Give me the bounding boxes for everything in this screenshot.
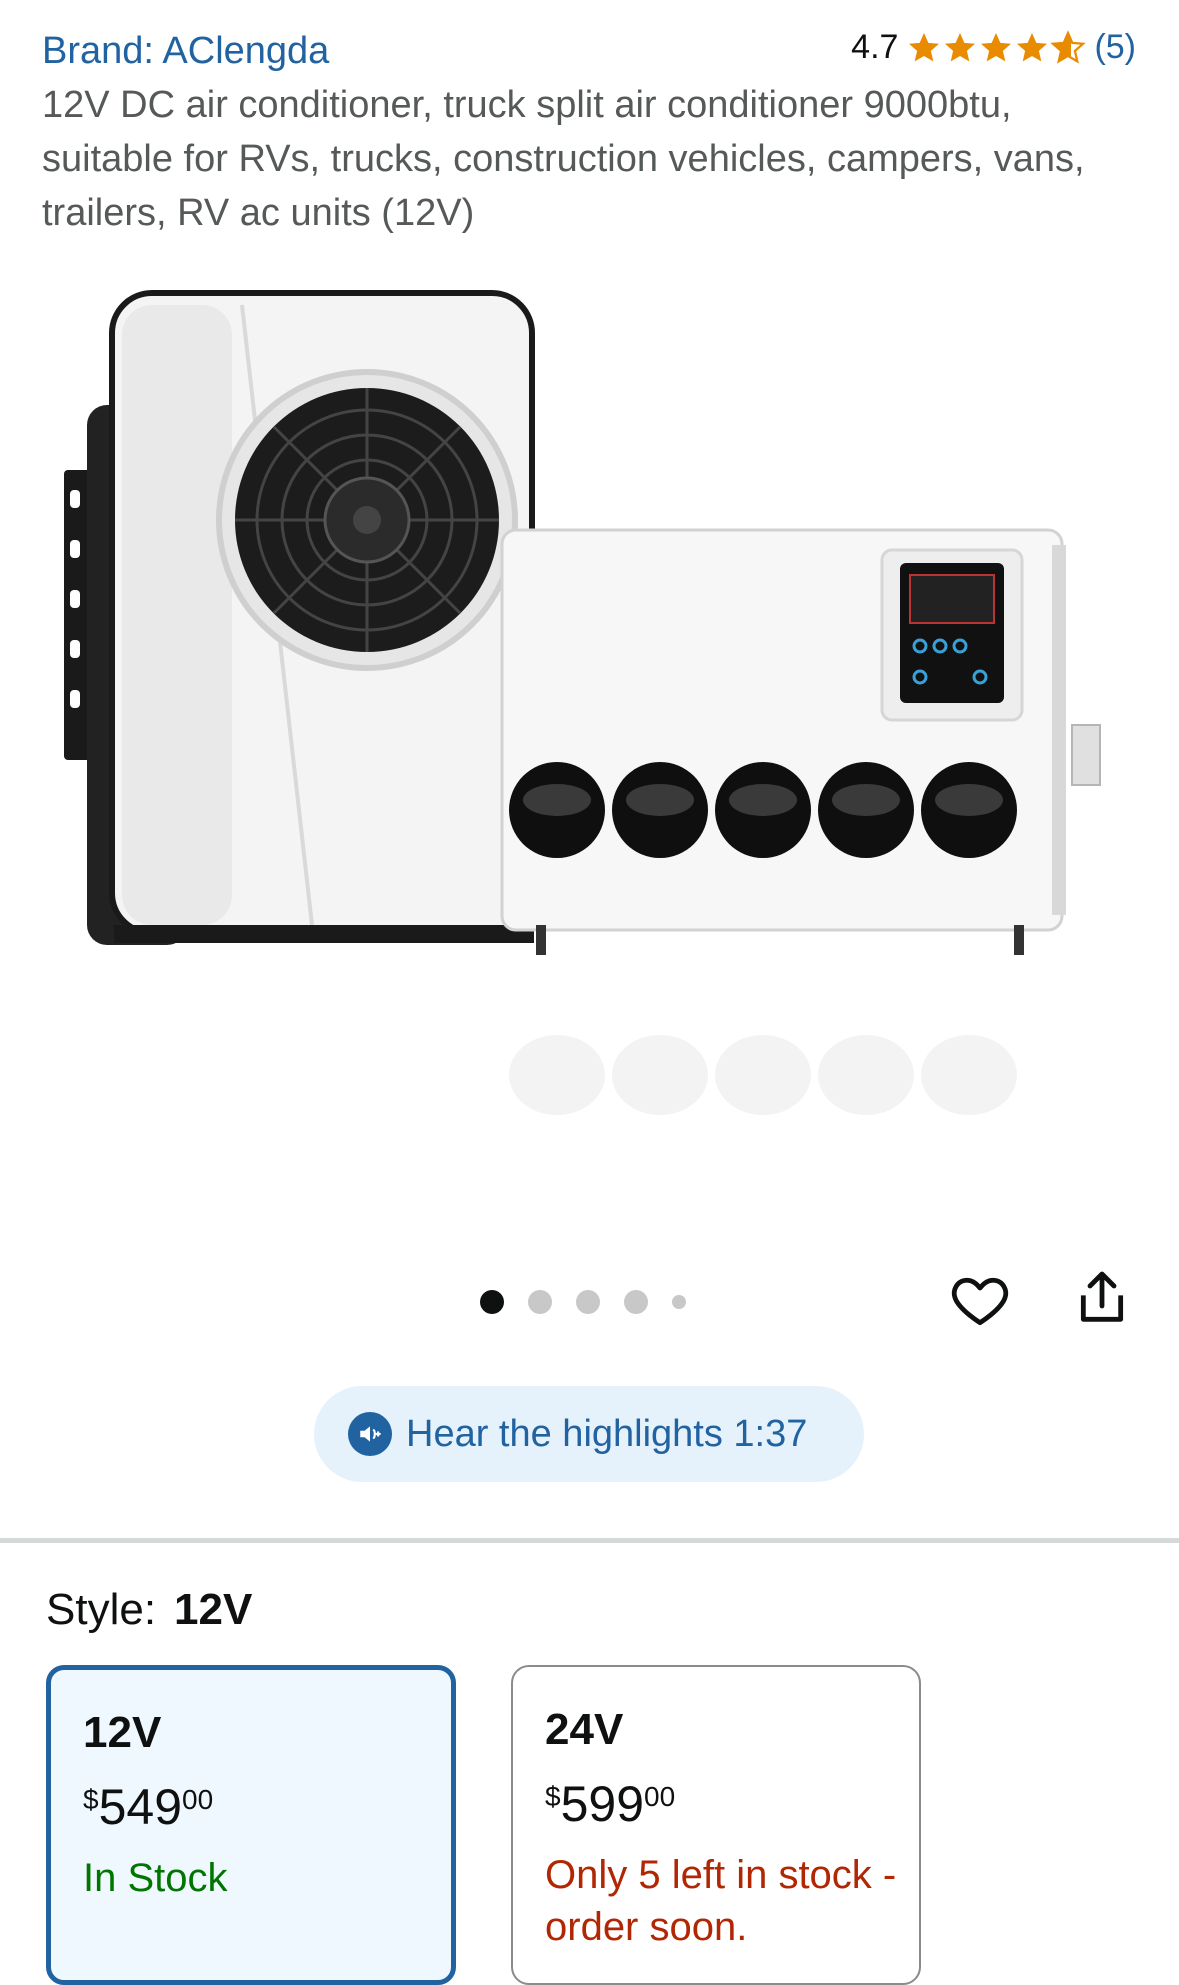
brand-link[interactable]: Brand: AClengda <box>42 30 329 73</box>
pager-dot[interactable] <box>528 1290 552 1314</box>
star-icon <box>1017 32 1048 61</box>
hear-highlights-button[interactable]: Hear the highlights 1:37 <box>314 1386 864 1482</box>
rating-summary[interactable]: 4.7 (5) <box>851 28 1136 67</box>
speaker-icon <box>348 1412 392 1456</box>
style-option-24v[interactable]: 24V $ 599 00 Only 5 left in stock - orde… <box>511 1665 921 1985</box>
pager-dot-active[interactable] <box>480 1290 504 1314</box>
price-fraction: 00 <box>182 1784 214 1815</box>
share-icon[interactable] <box>1070 1266 1134 1330</box>
stock-status: In Stock <box>83 1856 228 1900</box>
price-whole: 549 <box>98 1779 183 1835</box>
option-name: 24V <box>545 1705 624 1754</box>
star-icon <box>981 32 1012 61</box>
style-heading: Style: 12V <box>46 1585 252 1635</box>
star-icon <box>945 32 976 61</box>
option-name: 12V <box>83 1708 162 1757</box>
price-whole: 599 <box>560 1776 645 1832</box>
option-price: $ 549 00 <box>83 1778 213 1836</box>
hear-highlights-label: Hear the highlights 1:37 <box>406 1412 808 1455</box>
style-option-12v[interactable]: 12V $ 549 00 In Stock <box>46 1665 456 1985</box>
image-pager[interactable] <box>480 1290 686 1314</box>
section-divider <box>0 1538 1179 1543</box>
stock-status: Only 5 left in stock - order soon. <box>545 1853 897 1949</box>
option-price: $ 599 00 <box>545 1775 675 1833</box>
pager-dot[interactable] <box>672 1295 686 1309</box>
pager-dot[interactable] <box>624 1290 648 1314</box>
style-selected-value: 12V <box>174 1585 253 1634</box>
rating-value: 4.7 <box>851 28 899 66</box>
product-image[interactable] <box>52 285 1122 1145</box>
star-rating <box>906 29 1087 66</box>
product-title: 12V DC air conditioner, truck split air … <box>42 84 1085 234</box>
style-label: Style: <box>46 1585 157 1634</box>
star-icon <box>909 32 940 61</box>
rating-count-link[interactable]: (5) <box>1094 28 1136 67</box>
pager-dot[interactable] <box>576 1290 600 1314</box>
heart-icon[interactable] <box>948 1268 1012 1332</box>
price-fraction: 00 <box>644 1781 676 1812</box>
half-star-icon <box>1050 29 1087 64</box>
price-currency: $ <box>83 1784 99 1815</box>
price-currency: $ <box>545 1781 561 1812</box>
